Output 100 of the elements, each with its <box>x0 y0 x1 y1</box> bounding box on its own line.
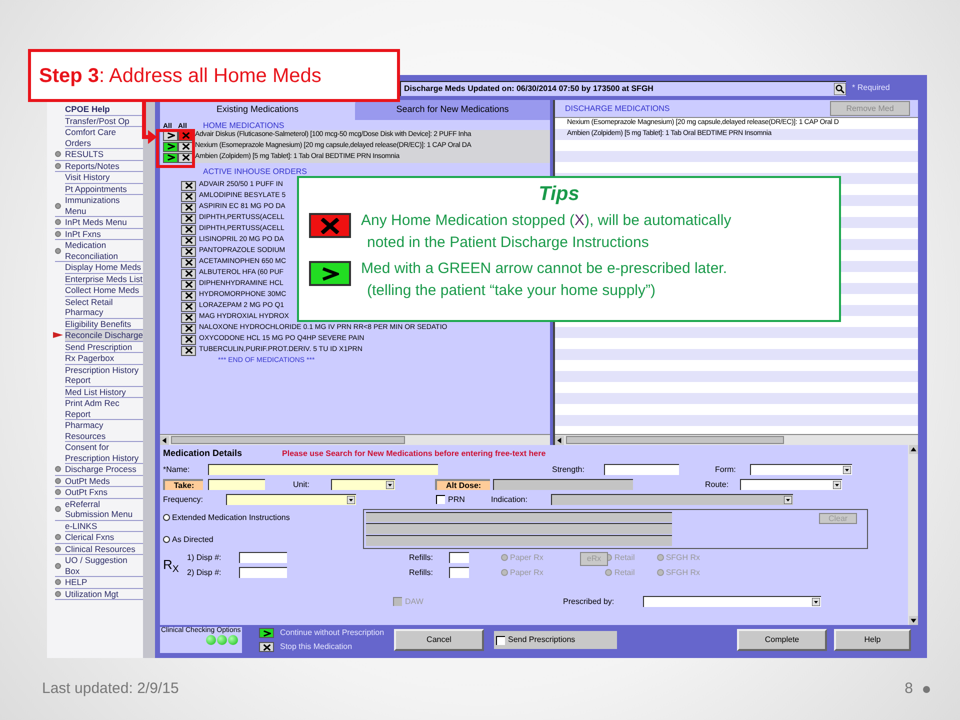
scroll-left-icon <box>555 436 564 444</box>
x-icon <box>184 281 192 288</box>
text-line-field[interactable] <box>366 534 672 546</box>
tip-text: Med with a GREEN arrow cannot be e-prescribed later. (telling the patient “take your home supply”) <box>361 259 727 301</box>
stop-button[interactable] <box>181 334 196 344</box>
input-field[interactable] <box>208 479 265 490</box>
dropdown-field[interactable] <box>331 479 395 490</box>
x-icon <box>319 218 341 234</box>
dropdown-field[interactable] <box>226 494 356 505</box>
field-label: Refills: <box>409 552 434 564</box>
dropdown-arrow-icon <box>833 481 841 489</box>
section-heading: ACTIVE INHOUSE ORDERS <box>203 167 308 177</box>
stop-button[interactable] <box>181 324 196 334</box>
complete-button[interactable]: Complete <box>737 629 827 651</box>
tip-text: Any Home Medication stopped (X), will be automatically noted in the Patient Discharge Instructions <box>361 211 732 253</box>
stop-button[interactable] <box>181 302 196 312</box>
stop-button[interactable] <box>181 224 196 234</box>
vertical-scrollbar[interactable] <box>908 445 918 625</box>
horizontal-scrollbar[interactable] <box>160 434 550 445</box>
radio-label: Extended Medication Instructions <box>172 512 290 524</box>
x-icon <box>184 314 192 321</box>
text-line-field[interactable] <box>366 523 672 534</box>
chevron-icon <box>321 266 339 280</box>
input-field[interactable] <box>449 552 469 563</box>
horizontal-scrollbar[interactable] <box>555 434 918 445</box>
section-heading: DISCHARGE MEDICATIONS <box>565 102 670 114</box>
page-number: 8 <box>904 679 913 699</box>
radio-label: Retail <box>614 566 635 578</box>
dropdown-field[interactable] <box>750 464 852 475</box>
stop-button[interactable] <box>181 346 196 356</box>
help-button[interactable]: Help <box>834 629 911 651</box>
radio-button[interactable] <box>163 514 170 521</box>
field-label: 2) Disp #: <box>187 566 222 578</box>
chevron-icon <box>262 630 270 636</box>
field-label: 1) Disp #: <box>187 552 222 564</box>
bullet-icon <box>55 590 61 597</box>
input-field[interactable] <box>239 552 287 563</box>
stop-button[interactable] <box>181 258 196 268</box>
radio-button[interactable] <box>163 536 170 543</box>
status-light-icon <box>206 635 216 645</box>
field-label: Frequency: <box>163 494 204 506</box>
tips-title: Tips <box>538 182 580 206</box>
tab[interactable]: Search for New Medications <box>355 100 550 120</box>
radio-label: Paper Rx <box>510 566 544 578</box>
x-icon <box>184 182 192 189</box>
field-label: Strength: <box>552 464 586 476</box>
stop-button[interactable] <box>181 180 196 190</box>
stop-button[interactable] <box>181 268 196 278</box>
option-label[interactable]: Continue without Prescription <box>280 627 384 639</box>
checkbox[interactable] <box>436 495 445 504</box>
x-icon <box>184 347 192 354</box>
continue-button[interactable] <box>259 628 274 638</box>
search-icon[interactable] <box>834 82 846 94</box>
bullet-icon <box>55 579 61 586</box>
x-icon <box>184 325 192 332</box>
stop-button[interactable] <box>178 142 193 152</box>
x-icon <box>262 644 270 650</box>
footer-text: Last updated: 2/9/15 <box>42 679 179 699</box>
checkbox[interactable] <box>496 636 505 644</box>
field-label: *Name: <box>163 464 191 476</box>
take-label: Take: <box>163 479 203 490</box>
continue-button[interactable] <box>163 152 178 162</box>
stop-button[interactable] <box>181 214 196 224</box>
dropdown-field[interactable] <box>740 479 842 490</box>
x-icon <box>184 336 192 343</box>
x-icon <box>184 237 192 244</box>
dropdown-field[interactable] <box>551 494 793 505</box>
scroll-left-icon <box>160 436 169 444</box>
field-label: Refills: <box>409 566 434 578</box>
dropdown-field[interactable] <box>643 596 821 607</box>
input-field[interactable] <box>449 567 469 578</box>
input-field[interactable] <box>208 464 438 475</box>
input-field[interactable] <box>604 464 679 475</box>
stop-button[interactable] <box>181 280 196 290</box>
stop-button[interactable] <box>181 236 196 246</box>
sidebar-item[interactable]: CPOE Help <box>65 104 143 116</box>
bullet-icon <box>55 506 61 512</box>
x-icon <box>182 132 190 139</box>
sidebar-item[interactable]: Transfer/Post Op <box>65 116 143 127</box>
stop-button[interactable] <box>181 290 196 300</box>
stop-button[interactable] <box>178 152 193 162</box>
input-field[interactable] <box>239 567 287 578</box>
cancel-button[interactable]: Cancel <box>394 629 484 651</box>
radio-label: SFGH Rx <box>666 566 700 578</box>
field-label: Prescribed by: <box>563 596 616 608</box>
stop-button[interactable] <box>181 312 196 322</box>
x-icon <box>182 143 190 150</box>
scrollbar-thumb[interactable] <box>171 436 405 444</box>
stop-button[interactable] <box>259 642 274 652</box>
text-line-field[interactable] <box>366 512 672 522</box>
stop-button[interactable] <box>181 192 196 202</box>
input-field[interactable] <box>493 479 633 490</box>
option-label[interactable]: Stop this Medication <box>280 641 352 653</box>
rx-symbol: R$_{X}$ <box>163 556 180 575</box>
continue-button[interactable] <box>163 142 178 152</box>
stop-button[interactable] <box>181 202 196 212</box>
bullet-icon <box>55 162 61 169</box>
dropdown-arrow-icon <box>812 598 820 606</box>
stop-button[interactable] <box>181 246 196 256</box>
scrollbar-thumb[interactable] <box>566 436 784 444</box>
